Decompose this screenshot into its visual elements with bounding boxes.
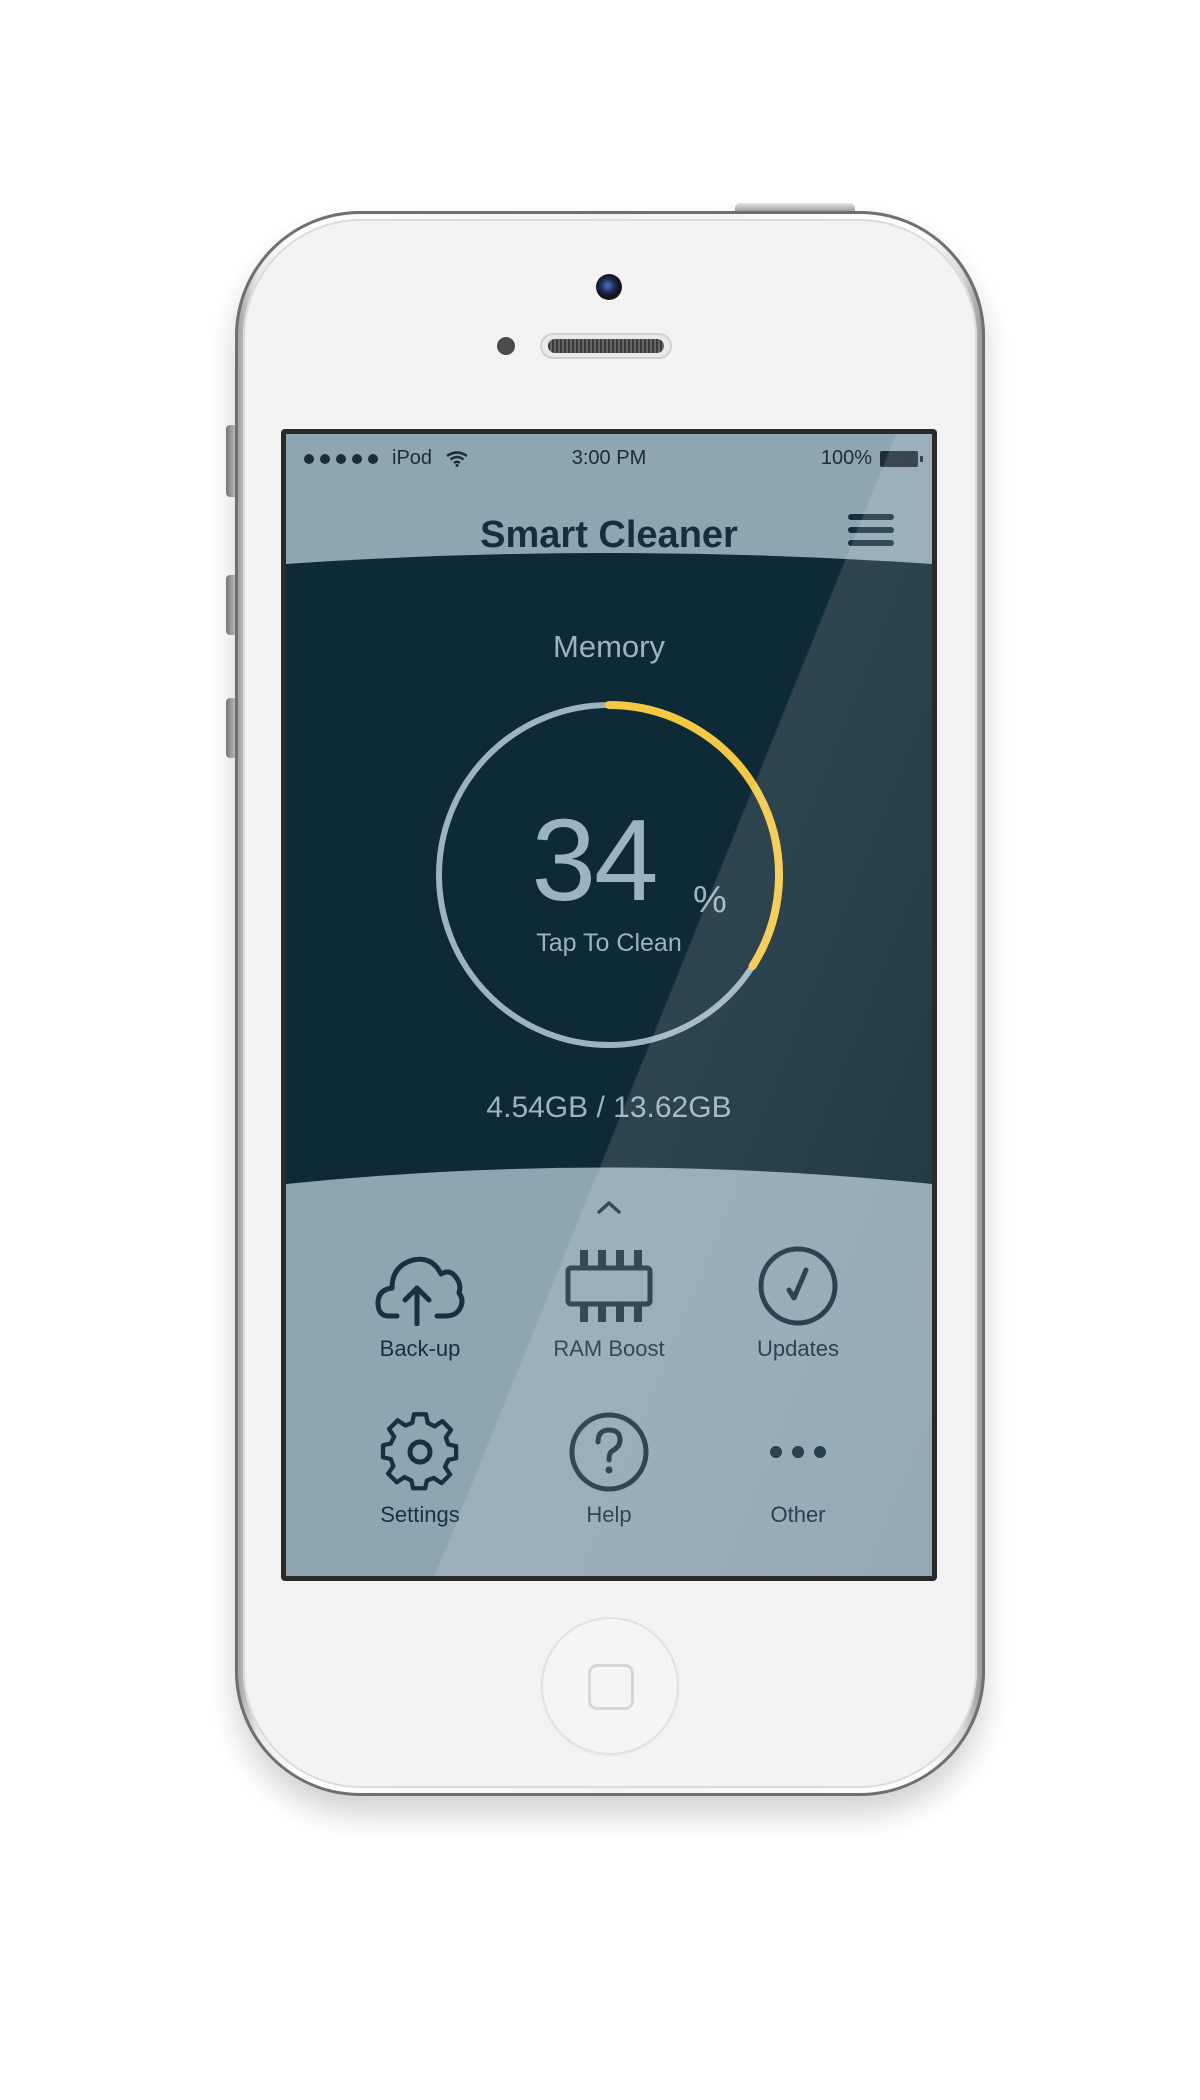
tap-to-clean-label[interactable]: Tap To Clean (286, 929, 932, 958)
app-display: iPod 3:00 PM 100% Smart Cleaner Memory 3… (286, 434, 932, 1576)
battery-icon (880, 450, 923, 467)
settings-label: Settings (380, 1502, 460, 1527)
help-button[interactable]: Help (529, 1412, 689, 1528)
percent-sign: % (693, 879, 727, 921)
cloud-upload-icon (375, 1256, 465, 1326)
other-label: Other (770, 1502, 826, 1527)
menu-line (848, 514, 894, 520)
help-label: Help (586, 1502, 632, 1527)
speaker-grill (548, 339, 664, 353)
ram-boost-button[interactable]: RAM Boost (529, 1246, 689, 1362)
proximity-sensor (497, 337, 515, 355)
menu-line (848, 527, 894, 533)
earpiece-speaker (540, 333, 672, 359)
battery-percent: 100% (820, 447, 872, 469)
backup-label: Back-up (379, 1336, 461, 1361)
status-bar: iPod 3:00 PM 100% (286, 434, 932, 474)
check-circle-icon (758, 1246, 838, 1326)
memory-label: Memory (553, 629, 665, 664)
updates-button[interactable]: Updates (718, 1246, 878, 1362)
status-right: 100% (820, 447, 923, 470)
memory-usage: 4.54GB / 13.62GB (486, 1091, 732, 1124)
hamburger-menu-icon[interactable] (848, 514, 894, 554)
app-title: Smart Cleaner (480, 514, 738, 556)
backup-button[interactable]: Back-up (340, 1246, 500, 1362)
question-circle-icon (569, 1412, 649, 1492)
memory-percent[interactable]: 34 (286, 793, 932, 927)
ram-boost-label: RAM Boost (553, 1336, 665, 1361)
home-button[interactable] (541, 1617, 679, 1755)
updates-label: Updates (757, 1336, 839, 1361)
screen-bezel: iPod 3:00 PM 100% Smart Cleaner Memory 3… (281, 429, 937, 1581)
menu-line (848, 540, 894, 546)
gear-icon (380, 1412, 459, 1491)
settings-button[interactable]: Settings (340, 1412, 500, 1528)
other-button[interactable]: Other (718, 1412, 878, 1528)
chevron-up-icon[interactable] (593, 1197, 625, 1217)
more-dots-icon (770, 1446, 826, 1458)
home-square-icon (588, 1664, 634, 1710)
ram-chip-icon (565, 1250, 653, 1322)
front-camera (596, 274, 622, 300)
